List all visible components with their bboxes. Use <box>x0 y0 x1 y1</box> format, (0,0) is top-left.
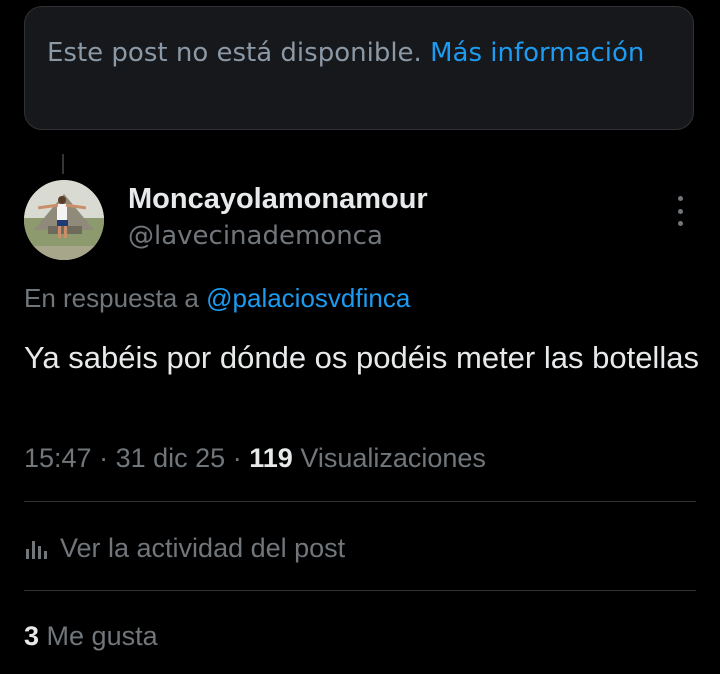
likes-count: 3 <box>24 621 40 651</box>
divider <box>24 501 696 502</box>
views-count: 119 <box>249 443 293 473</box>
post-metadata: 15:47 · 31 dic 25 · 119 Visualizaciones <box>24 440 486 476</box>
reply-prefix: En respuesta a <box>24 283 199 313</box>
likes-label: Me gusta <box>46 621 158 651</box>
meta-separator: · <box>232 443 242 473</box>
views-label: Visualizaciones <box>300 443 486 473</box>
view-activity-button[interactable]: Ver la actividad del post <box>24 528 345 568</box>
thread-connector-line <box>62 154 64 174</box>
more-dot <box>677 208 683 214</box>
likes-summary[interactable]: 3 Me gusta <box>24 618 158 654</box>
post-time[interactable]: 15:47 <box>24 443 92 473</box>
more-dot <box>677 221 683 226</box>
post-date[interactable]: 31 dic 25 <box>116 443 226 473</box>
meta-separator: · <box>99 443 109 473</box>
avatar-photo <box>24 180 104 260</box>
divider <box>24 590 696 591</box>
author-handle[interactable]: @lavecinademonca <box>128 218 383 254</box>
more-options-button[interactable] <box>664 196 696 226</box>
unavailable-post-notice: Este post no está disponible. Más inform… <box>24 6 694 130</box>
post-text: Ya sabéis por dónde os podéis meter las … <box>24 340 699 375</box>
reply-mention-link[interactable]: @palaciosvdfinca <box>206 283 410 313</box>
unavailable-text: Este post no está disponible. <box>47 38 422 68</box>
more-vertical-icon <box>677 196 683 201</box>
author-display-name[interactable]: Moncayolamonamour <box>128 180 428 218</box>
view-activity-label: Ver la actividad del post <box>60 532 346 563</box>
analytics-icon <box>26 541 47 559</box>
reply-context: En respuesta a @palaciosvdfinca <box>24 280 410 316</box>
avatar[interactable] <box>24 180 104 260</box>
more-info-link[interactable]: Más información <box>430 38 644 68</box>
